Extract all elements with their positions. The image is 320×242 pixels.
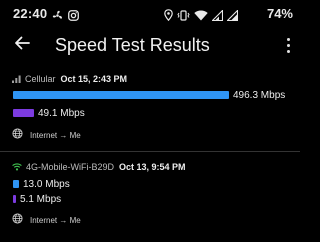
vibrate-icon [177,8,190,26]
instagram-icon [68,8,79,26]
back-button[interactable] [12,34,32,56]
result-item[interactable]: Cellular Oct 15, 2:43 PM 496.3 Mbps 49.1… [0,66,300,150]
wifi-icon [12,158,22,176]
route-label: Internet → Me [30,130,81,140]
upload-speed: 49.1 Mbps [38,107,85,119]
upload-bar [13,195,16,203]
network-name: 4G-Mobile-WiFi-B29D [26,162,115,172]
test-timestamp: Oct 13, 9:54 PM [119,162,186,172]
upload-bar [13,109,34,117]
status-bar: 22:40 74% [0,0,300,30]
signal-icon [211,8,224,26]
arrow-left-icon [14,36,30,55]
battery-percent: 74% [266,6,293,21]
page-title: Speed Test Results [55,35,210,55]
location-icon [164,8,173,26]
status-left-icons [52,8,79,26]
upload-row: 49.1 Mbps [13,106,85,120]
network-name: Cellular [25,74,56,84]
upload-row: 5.1 Mbps [13,192,61,206]
globe-icon [12,211,23,229]
signal-icon [226,8,239,26]
wifi-icon [194,8,208,26]
result-item[interactable]: 4G-Mobile-WiFi-B29D Oct 13, 9:54 PM 13.0… [0,151,300,242]
cellular-signal-icon [12,70,21,88]
result-header: 4G-Mobile-WiFi-B29D Oct 13, 9:54 PM [12,158,186,176]
download-row: 13.0 Mbps [13,177,70,191]
route-label: Internet → Me [30,215,81,225]
route-row: Internet → Me [12,211,81,229]
download-row: 496.3 Mbps [13,88,285,102]
test-timestamp: Oct 15, 2:43 PM [60,74,128,84]
upload-speed: 5.1 Mbps [20,193,62,205]
download-speed: 13.0 Mbps [23,178,70,190]
download-bar [13,180,19,188]
status-right-icons [164,8,239,26]
more-vertical-icon [286,37,290,41]
app-bar: Speed Test Results [0,30,300,60]
download-speed: 496.3 Mbps [233,89,286,101]
globe-icon [12,126,23,144]
route-row: Internet → Me [12,126,81,144]
status-time: 22:40 [13,6,48,21]
more-options-button[interactable] [282,34,294,56]
download-bar [13,91,229,99]
result-header: Cellular Oct 15, 2:43 PM [12,70,127,88]
fan-icon [52,8,63,26]
